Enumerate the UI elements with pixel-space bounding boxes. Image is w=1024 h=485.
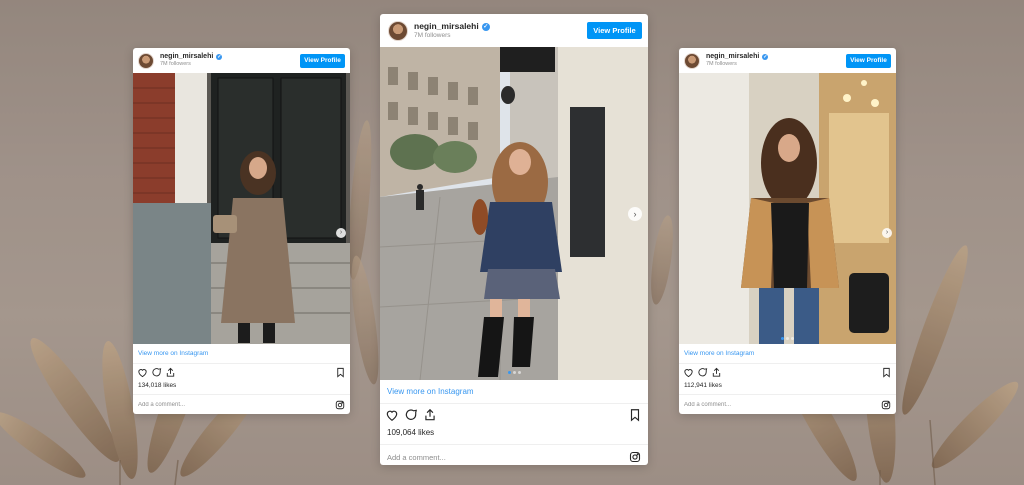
like-count: 112,941 likes [684, 382, 722, 389]
comment-input[interactable] [387, 452, 629, 462]
card-header: negin_mirsalehi ✓ 7M followers View Profi… [679, 48, 896, 73]
comment-icon[interactable] [151, 367, 162, 378]
heart-icon[interactable] [385, 408, 399, 422]
comment-input[interactable] [684, 401, 881, 408]
username[interactable]: negin_mirsalehi [414, 21, 479, 32]
heart-icon[interactable] [683, 367, 694, 378]
next-image-arrow-icon[interactable]: › [336, 228, 346, 238]
comment-input[interactable] [138, 401, 335, 408]
like-count: 134,018 likes [138, 382, 177, 389]
comment-row [679, 394, 896, 414]
view-profile-button[interactable]: View Profile [587, 22, 642, 39]
follower-count: 7M followers [706, 61, 737, 68]
action-bar [133, 364, 350, 381]
comment-icon[interactable] [697, 367, 708, 378]
verified-badge-icon: ✓ [762, 54, 769, 61]
view-profile-button[interactable]: View Profile [300, 54, 345, 68]
share-icon[interactable] [423, 408, 437, 422]
woman-in-coat-icon [133, 73, 350, 344]
comment-icon[interactable] [404, 408, 418, 422]
verified-badge-icon: ✓ [216, 54, 223, 61]
carousel-dots [679, 337, 896, 340]
bookmark-icon[interactable] [881, 367, 892, 378]
woman-on-street-icon [380, 47, 648, 380]
instagram-logo-icon[interactable] [629, 451, 641, 463]
follower-count: 7M followers [414, 31, 451, 39]
instagram-embed-card: negin_mirsalehi ✓ 7M followers View Profi… [380, 14, 648, 465]
comment-row [380, 444, 648, 465]
next-image-arrow-icon[interactable]: › [882, 228, 892, 238]
heart-icon[interactable] [137, 367, 148, 378]
username[interactable]: negin_mirsalehi [160, 53, 213, 61]
carousel-dots [380, 371, 648, 374]
view-more-link[interactable]: View more on Instagram [133, 344, 350, 364]
follower-count: 7M followers [160, 61, 191, 68]
woman-in-shearling-icon [679, 73, 896, 344]
card-header: negin_mirsalehi ✓ 7M followers View Profi… [380, 14, 648, 47]
avatar[interactable] [684, 52, 700, 69]
post-photo[interactable]: › [380, 47, 648, 380]
avatar[interactable] [388, 20, 408, 41]
action-bar [679, 364, 896, 381]
instagram-logo-icon[interactable] [335, 400, 345, 410]
view-profile-button[interactable]: View Profile [846, 54, 891, 68]
action-bar [380, 404, 648, 426]
share-icon[interactable] [165, 367, 176, 378]
instagram-embed-card: negin_mirsalehi ✓ 7M followers View Profi… [133, 48, 350, 414]
comment-row [133, 394, 350, 414]
view-more-link[interactable]: View more on Instagram [380, 380, 648, 404]
share-icon[interactable] [711, 367, 722, 378]
bookmark-icon[interactable] [628, 408, 642, 422]
username[interactable]: negin_mirsalehi [706, 53, 759, 61]
card-header: negin_mirsalehi ✓ 7M followers View Profi… [133, 48, 350, 73]
avatar[interactable] [138, 52, 154, 69]
instagram-embed-card: negin_mirsalehi ✓ 7M followers View Profi… [679, 48, 896, 414]
verified-badge-icon: ✓ [481, 22, 490, 31]
post-photo[interactable]: › [679, 73, 896, 344]
view-more-link[interactable]: View more on Instagram [679, 344, 896, 364]
next-image-arrow-icon[interactable]: › [628, 207, 642, 221]
post-photo[interactable]: › [133, 73, 350, 344]
like-count: 109,064 likes [387, 428, 435, 437]
instagram-logo-icon[interactable] [881, 400, 891, 410]
bookmark-icon[interactable] [335, 367, 346, 378]
